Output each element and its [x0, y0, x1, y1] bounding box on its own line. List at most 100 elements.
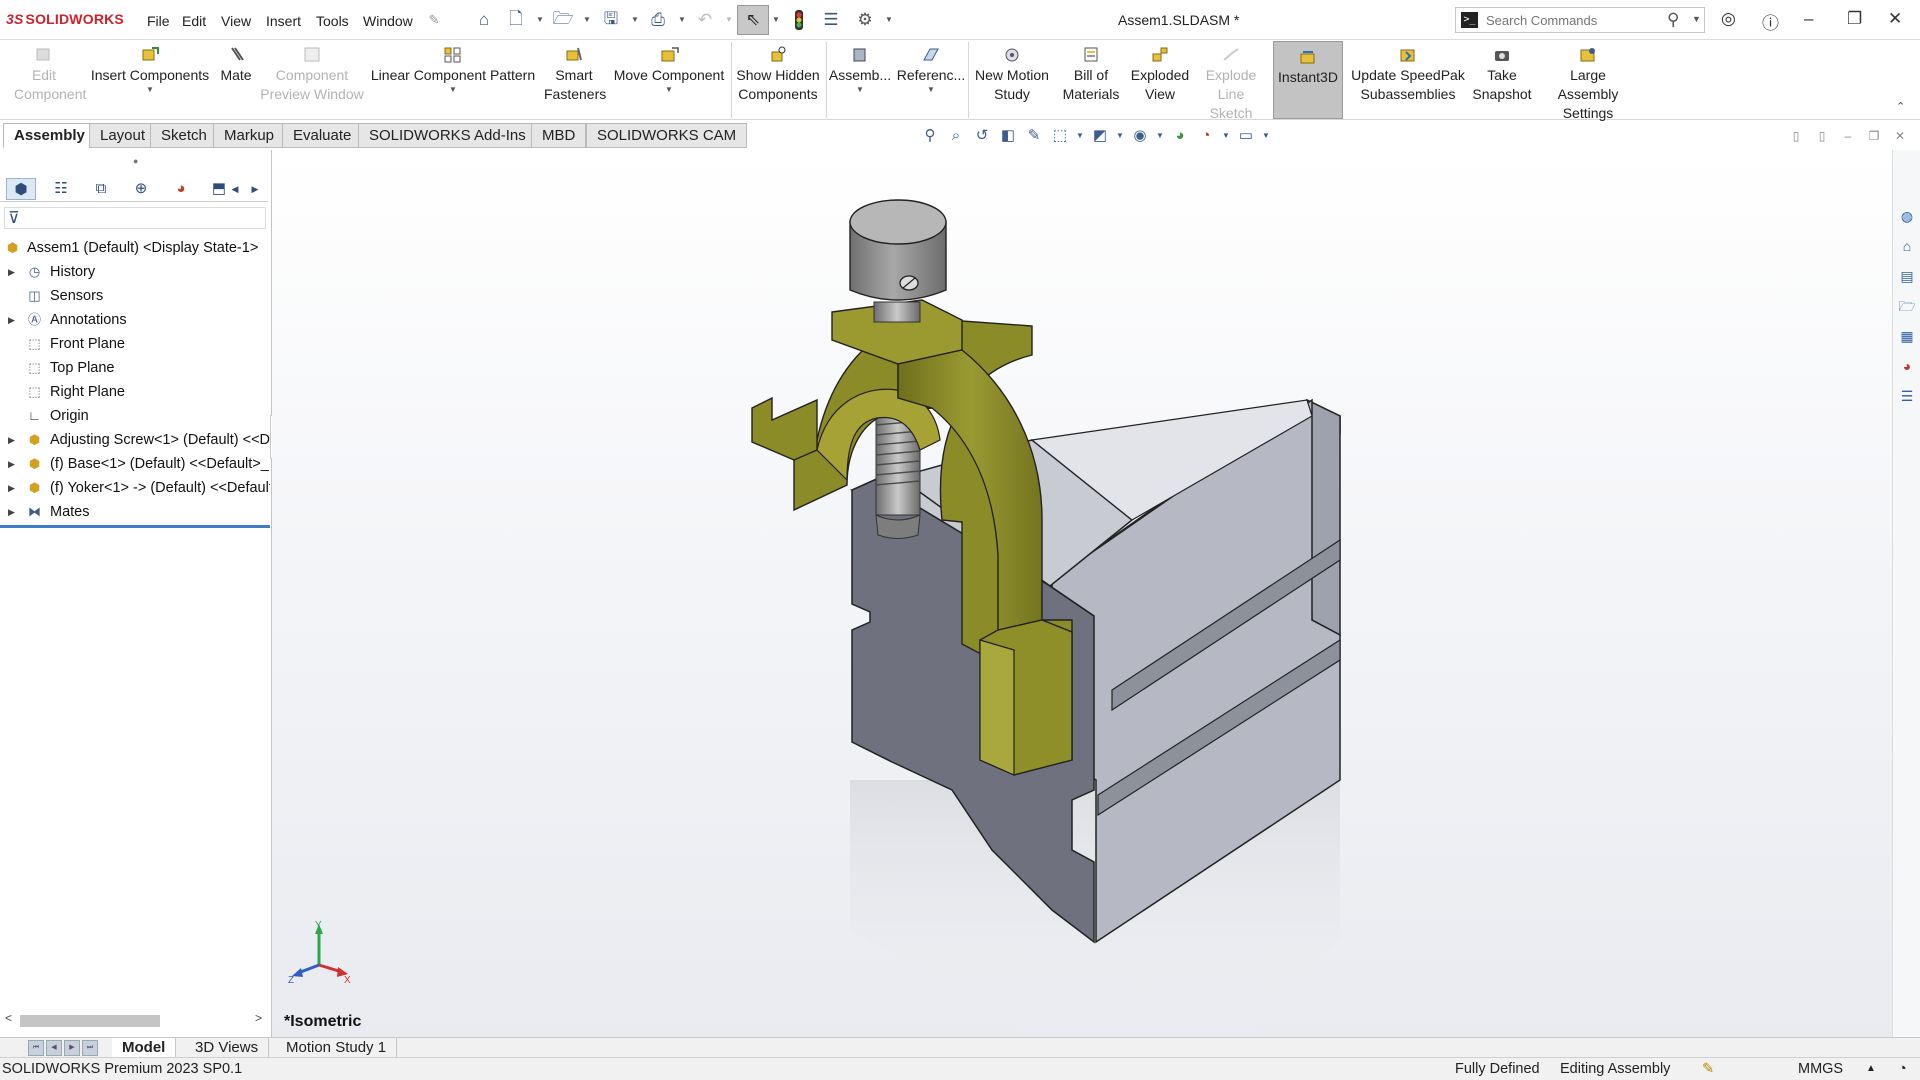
new-motion-study-button[interactable]: New Motion Study — [970, 40, 1054, 120]
scroll-left-icon[interactable]: < — [5, 1011, 12, 1025]
search-dropdown-icon[interactable]: ▼ — [1692, 14, 1701, 24]
tree-item-annotations[interactable]: ▶ Ⓐ Annotations — [0, 308, 270, 332]
tile-right-icon[interactable]: ▯ — [1812, 126, 1832, 146]
design-library-icon[interactable]: ▤ — [1897, 266, 1917, 286]
expand-arrow-icon[interactable]: ▶ — [8, 476, 15, 500]
reference-geometry-dropdown-icon[interactable]: ▼ — [896, 86, 966, 94]
filter-funnel-icon[interactable]: ⊽ — [8, 208, 20, 228]
prev-tab-icon[interactable]: ◀ — [46, 1040, 62, 1056]
display-style-dropdown-icon[interactable]: ▼ — [1110, 126, 1130, 146]
apply-scene-icon[interactable]: ◔ — [1196, 126, 1216, 146]
search-commands-box[interactable]: >_ ⚲ ▼ — [1455, 7, 1705, 33]
menu-view[interactable]: View — [221, 13, 251, 29]
hide-show-items-icon[interactable]: ◉ — [1130, 126, 1150, 146]
close-icon[interactable]: ✕ — [1888, 9, 1902, 29]
assembly-features-button[interactable]: Assemb... ▼ — [828, 40, 892, 120]
collapse-ribbon-icon[interactable]: ⌃ — [1896, 100, 1905, 113]
doc-restore-icon[interactable]: ❐ — [1864, 126, 1884, 146]
open-icon[interactable]: 🗁 — [552, 9, 574, 31]
rebuild-status-icon[interactable]: ✎ — [1702, 1058, 1714, 1080]
file-properties-icon[interactable]: ☰ — [820, 9, 842, 31]
explode-line-sketch-button[interactable]: Explode Line Sketch — [1194, 40, 1268, 121]
featuremanager-tab-icon[interactable]: ⬢ — [6, 178, 36, 200]
options-gear-icon[interactable]: ⚙ — [854, 9, 876, 31]
home-icon[interactable]: ⌂ — [473, 9, 495, 31]
select-dropdown-icon[interactable]: ▼ — [772, 15, 780, 24]
tree-item-sensors[interactable]: ◫ Sensors — [0, 284, 270, 308]
doc-close-icon[interactable]: ✕ — [1890, 126, 1910, 146]
last-tab-icon[interactable]: ⏭ — [82, 1040, 98, 1056]
appearances-icon[interactable]: ◕ — [1897, 356, 1917, 376]
instant3d-button[interactable]: Instant3D — [1273, 41, 1343, 119]
dimxpertmanager-tab-icon[interactable]: ⊕ — [126, 178, 156, 200]
update-speedpak-button[interactable]: Update SpeedPak Subassemblies — [1350, 40, 1466, 120]
tab-layout[interactable]: Layout — [89, 123, 157, 148]
component-preview-window-button[interactable]: Component Preview Window — [260, 40, 364, 120]
tile-left-icon[interactable]: ▯ — [1786, 126, 1806, 146]
unit-system-button[interactable]: MMGS — [1798, 1058, 1843, 1080]
tab-mbd[interactable]: MBD — [531, 123, 587, 148]
print-dropdown-icon[interactable]: ▼ — [678, 15, 686, 24]
quick-tips-icon[interactable]: ◔ — [1898, 1058, 1907, 1080]
feature-tree-scrollbar[interactable]: < > — [0, 1010, 268, 1030]
linear-pattern-dropdown-icon[interactable]: ▼ — [368, 86, 538, 94]
expand-arrow-icon[interactable]: ▶ — [8, 452, 15, 476]
menu-insert[interactable]: Insert — [266, 13, 301, 29]
new-dropdown-icon[interactable]: ▼ — [536, 15, 544, 24]
solidworks-resources-icon[interactable]: ◍ — [1897, 206, 1917, 226]
tab-solidworks-addins[interactable]: SOLIDWORKS Add-Ins — [358, 123, 537, 148]
tab-motion-study-1[interactable]: Motion Study 1 — [276, 1038, 398, 1058]
apply-scene-dropdown-icon[interactable]: ▼ — [1216, 126, 1236, 146]
dynamic-annotation-icon[interactable]: ✎ — [1024, 126, 1044, 146]
view-orientation-icon[interactable]: ⬚ — [1050, 126, 1070, 146]
displaymanager-tab-icon[interactable]: ◕ — [166, 178, 196, 200]
help-icon[interactable]: ⓘ — [1762, 9, 1779, 34]
edit-component-button[interactable]: Edit Component — [4, 40, 86, 120]
next-tab-icon[interactable]: ▶ — [64, 1040, 80, 1056]
tree-item-mates[interactable]: ▶ ⧓ Mates — [0, 500, 270, 524]
user-account-icon[interactable]: ◎ — [1721, 9, 1736, 29]
tree-item-base[interactable]: ▶ ⬢ (f) Base<1> (Default) <<Default>_Dis… — [0, 452, 270, 476]
large-assembly-settings-button[interactable]: Large Assembly Settings — [1538, 40, 1638, 121]
tab-assembly[interactable]: Assembly — [3, 123, 96, 148]
insert-components-button[interactable]: Insert Components ▼ — [90, 40, 210, 120]
scrollbar-thumb[interactable] — [20, 1015, 160, 1027]
undo-icon[interactable]: ↶ — [694, 9, 716, 31]
smart-fasteners-button[interactable]: Smart Fasteners — [540, 40, 608, 120]
rebuild-traffic-light-icon[interactable] — [788, 9, 810, 31]
search-input[interactable] — [1486, 11, 1656, 29]
unit-dropdown-icon[interactable]: ▲ — [1866, 1058, 1876, 1080]
pin-icon[interactable]: ✎ — [423, 9, 445, 31]
configurationmanager-tab-icon[interactable]: ⧉ — [86, 178, 116, 200]
edit-appearance-icon[interactable]: ◕ — [1170, 126, 1190, 146]
tab-evaluate[interactable]: Evaluate — [282, 123, 363, 148]
menu-tools[interactable]: Tools — [316, 13, 349, 29]
linear-component-pattern-button[interactable]: Linear Component Pattern ▼ — [368, 40, 538, 120]
tree-item-right-plane[interactable]: ⬚ Right Plane — [0, 380, 270, 404]
expand-arrow-icon[interactable]: ▶ — [8, 428, 15, 452]
custom-properties-icon[interactable]: ☰ — [1897, 386, 1917, 406]
zoom-to-fit-icon[interactable]: ⚲ — [920, 126, 940, 146]
insert-components-dropdown-icon[interactable]: ▼ — [90, 86, 210, 94]
move-component-button[interactable]: Move Component ▼ — [610, 40, 728, 120]
assembly-features-dropdown-icon[interactable]: ▼ — [828, 86, 892, 94]
save-dropdown-icon[interactable]: ▼ — [631, 15, 639, 24]
menu-file[interactable]: File — [147, 13, 170, 29]
graphics-area[interactable]: Y X Z — [272, 150, 1892, 1037]
bill-of-materials-button[interactable]: Bill of Materials — [1058, 40, 1124, 120]
menu-window[interactable]: Window — [363, 13, 413, 29]
save-icon[interactable]: 🖫 — [600, 9, 622, 31]
options-dropdown-icon[interactable]: ▼ — [885, 15, 893, 24]
tabs-scroll-left-icon[interactable]: ◀ — [228, 178, 242, 200]
tree-item-adjusting-screw[interactable]: ▶ ⬢ Adjusting Screw<1> (Default) <<Defau… — [0, 428, 270, 452]
exploded-view-button[interactable]: Exploded View — [1128, 40, 1192, 120]
first-tab-icon[interactable]: ⏮ — [28, 1040, 44, 1056]
v-block-assembly-model[interactable] — [272, 150, 1892, 1037]
zoom-to-area-icon[interactable]: ⌕ — [946, 126, 966, 146]
tree-item-history[interactable]: ▶ ◷ History — [0, 260, 270, 284]
tab-model[interactable]: Model — [112, 1038, 177, 1058]
take-snapshot-button[interactable]: Take Snapshot — [1468, 40, 1536, 120]
home-icon[interactable]: ⌂ — [1897, 236, 1917, 256]
print-icon[interactable]: ⎙ — [647, 9, 669, 31]
hide-show-dropdown-icon[interactable]: ▼ — [1150, 126, 1170, 146]
